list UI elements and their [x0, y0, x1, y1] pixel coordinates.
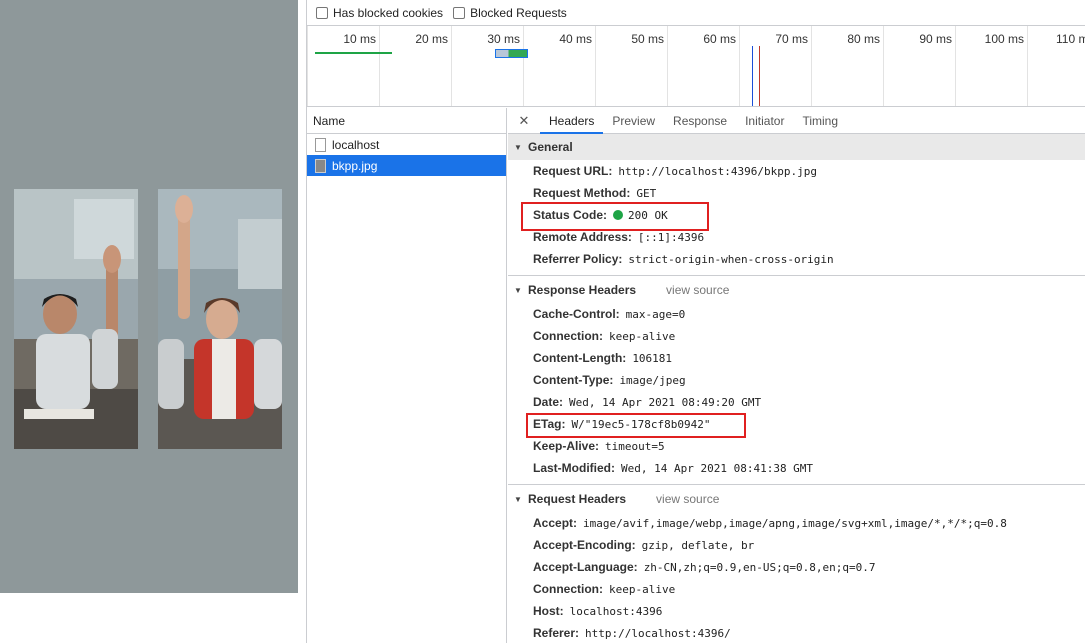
- divider: [508, 484, 1085, 485]
- section-title: Response Headers: [528, 283, 637, 297]
- request-headers-section-header[interactable]: ▼ Request Headers view source: [508, 486, 1085, 512]
- page-preview: [0, 0, 298, 593]
- devtools-network-panel: Has blocked cookies Blocked Requests 10 …: [306, 0, 1085, 643]
- photo-right: [158, 189, 282, 449]
- timeline-tick: 80 ms: [811, 26, 883, 106]
- response-headers-section-header[interactable]: ▼ Response Headers view source: [508, 277, 1085, 303]
- request-row-localhost[interactable]: localhost: [307, 134, 506, 155]
- domcontentloaded-marker: [752, 46, 753, 106]
- timeline-tick: 60 ms: [667, 26, 739, 106]
- filter-bar: Has blocked cookies Blocked Requests: [307, 0, 1085, 26]
- etag-highlight-box: [526, 413, 746, 438]
- section-title: Request Headers: [528, 492, 627, 506]
- checkbox-label: Blocked Requests: [470, 5, 567, 20]
- status-code-highlight-box: [521, 202, 709, 231]
- has-blocked-cookies-checkbox[interactable]: Has blocked cookies: [316, 6, 443, 20]
- tab-preview[interactable]: Preview: [603, 108, 664, 133]
- header-row-request-url: Request URL: http://localhost:4396/bkpp.j…: [533, 164, 818, 178]
- tab-response[interactable]: Response: [664, 108, 736, 133]
- header-row: Connection: keep-alive: [533, 329, 676, 343]
- blocked-requests-checkbox[interactable]: Blocked Requests: [453, 6, 567, 20]
- view-source-link[interactable]: view source: [666, 283, 729, 297]
- triangle-down-icon: ▼: [514, 494, 522, 504]
- image-file-icon: [315, 158, 326, 173]
- timeline-tick: 70 ms: [739, 26, 811, 106]
- header-row-referrer-policy: Referrer Policy: strict-origin-when-cross…: [533, 252, 834, 266]
- header-row: Content-Length: 106181: [533, 351, 673, 365]
- tab-headers[interactable]: Headers: [540, 108, 604, 134]
- timeline-tick: 50 ms: [595, 26, 667, 106]
- checkbox-label: Has blocked cookies: [333, 5, 444, 20]
- header-row: Date: Wed, 14 Apr 2021 08:49:20 GMT: [533, 395, 762, 409]
- waterfall-bar-image: [495, 49, 528, 58]
- timeline-tick: 10 ms: [307, 26, 379, 106]
- divider: [508, 275, 1085, 276]
- header-row: Last-Modified: Wed, 14 Apr 2021 08:41:38 …: [533, 461, 814, 475]
- tab-timing[interactable]: Timing: [793, 108, 847, 133]
- request-list: Name localhost bkpp.jpg: [307, 108, 507, 643]
- header-row-request-method: Request Method: GET: [533, 186, 657, 200]
- tab-initiator[interactable]: Initiator: [736, 108, 793, 133]
- details-tabbar: ✕ Headers Preview Response Initiator Tim…: [508, 108, 1085, 134]
- view-source-link[interactable]: view source: [656, 492, 719, 506]
- header-row: Referer: http://localhost:4396/: [533, 626, 731, 640]
- general-section-header[interactable]: ▼ General: [508, 134, 1085, 160]
- checkbox-box[interactable]: [316, 6, 328, 19]
- checkbox-box[interactable]: [453, 6, 466, 19]
- header-row: Accept: image/avif,image/webp,image/apng,…: [533, 516, 1007, 530]
- timeline-tick: 30 ms: [451, 26, 523, 106]
- header-row: Content-Type: image/jpeg: [533, 373, 686, 387]
- timeline-tick: 20 ms: [379, 26, 451, 106]
- document-icon: [315, 137, 326, 152]
- timeline-tick: 90 ms: [883, 26, 955, 106]
- section-title: General: [528, 140, 573, 154]
- request-details: ✕ Headers Preview Response Initiator Tim…: [508, 108, 1085, 643]
- triangle-down-icon: ▼: [514, 285, 522, 295]
- header-row: Connection: keep-alive: [533, 582, 676, 596]
- close-icon[interactable]: ✕: [516, 108, 532, 133]
- request-name: localhost: [332, 137, 380, 152]
- header-row: Accept-Encoding: gzip, deflate, br: [533, 538, 755, 552]
- header-row: Accept-Language: zh-CN,zh;q=0.9,en-US;q=0…: [533, 560, 876, 574]
- timeline-tick: 110 m: [1027, 26, 1085, 106]
- request-row-bkpp-jpg[interactable]: bkpp.jpg: [307, 155, 506, 176]
- photo-left: [14, 189, 138, 449]
- load-marker: [759, 46, 760, 106]
- header-row: Host: localhost:4396: [533, 604, 663, 618]
- name-column-header[interactable]: Name: [307, 108, 506, 134]
- triangle-down-icon: ▼: [514, 142, 522, 152]
- request-name: bkpp.jpg: [332, 158, 378, 173]
- header-row: Cache-Control: max-age=0: [533, 307, 686, 321]
- timeline-tick: 100 ms: [955, 26, 1027, 106]
- waterfall-overview[interactable]: 10 ms 20 ms 30 ms 40 ms 50 ms 60 ms 70 m…: [307, 26, 1085, 107]
- waterfall-bar-document: [315, 52, 392, 54]
- header-row: Keep-Alive: timeout=5: [533, 439, 665, 453]
- timeline-tick: 40 ms: [523, 26, 595, 106]
